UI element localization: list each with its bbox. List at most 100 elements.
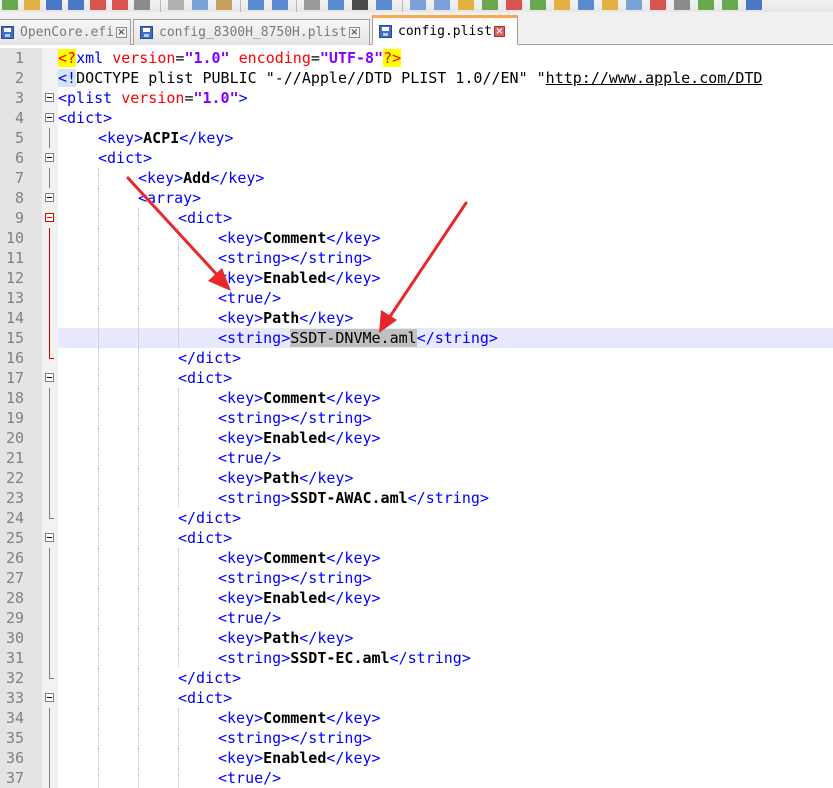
line-number[interactable]: 12 xyxy=(0,268,42,288)
monitoring-icon[interactable] xyxy=(626,0,642,10)
code-line[interactable]: 29 <true/> xyxy=(0,608,833,628)
cut-icon[interactable] xyxy=(168,0,184,10)
line-number[interactable]: 20 xyxy=(0,428,42,448)
word-wrap-icon[interactable] xyxy=(434,0,450,10)
line-number[interactable]: 32 xyxy=(0,668,42,688)
line-number[interactable]: 26 xyxy=(0,548,42,568)
line-number[interactable]: 2 xyxy=(0,68,42,88)
line-number[interactable]: 25 xyxy=(0,528,42,548)
open-file-icon[interactable] xyxy=(24,0,40,10)
line-number[interactable]: 37 xyxy=(0,768,42,788)
line-number[interactable]: 18 xyxy=(0,388,42,408)
tab-config-plist[interactable]: config.plist × xyxy=(372,15,518,45)
code-line[interactable]: 8 <array> xyxy=(0,188,833,208)
code-editor[interactable]: 1 <?xml version="1.0" encoding="UTF-8"?> 2… xyxy=(0,45,833,788)
code-line[interactable]: 6 <dict> xyxy=(0,148,833,168)
code-line[interactable]: 18 <key>Comment</key> xyxy=(0,388,833,408)
tab-config-8300h-8750h-plist[interactable]: config_8300H_8750H.plist × xyxy=(133,19,370,45)
fold-toggle-icon[interactable] xyxy=(45,93,54,102)
code-line[interactable]: 17 <dict> xyxy=(0,368,833,388)
document-map-icon[interactable] xyxy=(578,0,594,10)
line-number[interactable]: 15 xyxy=(0,328,42,348)
close-tab-icon[interactable]: × xyxy=(493,25,505,37)
code-line[interactable]: 31 <string>SSDT-EC.aml</string> xyxy=(0,648,833,668)
line-number[interactable]: 16 xyxy=(0,348,42,368)
close-all-icon[interactable] xyxy=(112,0,128,10)
line-number[interactable]: 5 xyxy=(0,128,42,148)
code-line[interactable]: 36 <key>Enabled</key> xyxy=(0,748,833,768)
fold-toggle-icon[interactable] xyxy=(45,533,54,542)
code-line[interactable]: 28 <key>Enabled</key> xyxy=(0,588,833,608)
code-line[interactable]: 15 <string>SSDT-DNVMe.aml</string> xyxy=(0,328,833,348)
line-number[interactable]: 31 xyxy=(0,648,42,668)
line-number[interactable]: 35 xyxy=(0,728,42,748)
code-line[interactable]: 14 <key>Path</key> xyxy=(0,308,833,328)
code-line[interactable]: 34 <key>Comment</key> xyxy=(0,708,833,728)
code-line[interactable]: 25 <dict> xyxy=(0,528,833,548)
fold-toggle-icon[interactable] xyxy=(45,693,54,702)
code-line[interactable]: 9 <dict> xyxy=(0,208,833,228)
save-macro-icon[interactable] xyxy=(746,0,762,10)
close-tab-icon[interactable]: × xyxy=(348,27,360,38)
code-line[interactable]: 12 <key>Enabled</key> xyxy=(0,268,833,288)
line-number[interactable]: 11 xyxy=(0,248,42,268)
code-line[interactable]: 33 <dict> xyxy=(0,688,833,708)
code-line[interactable]: 22 <key>Path</key> xyxy=(0,468,833,488)
line-number[interactable]: 13 xyxy=(0,288,42,308)
line-number[interactable]: 7 xyxy=(0,168,42,188)
code-line[interactable]: 10 <key>Comment</key> xyxy=(0,228,833,248)
line-number[interactable]: 3 xyxy=(0,88,42,108)
code-line[interactable]: 21 <true/> xyxy=(0,448,833,468)
code-line[interactable]: 23 <string>SSDT-AWAC.aml</string> xyxy=(0,488,833,508)
code-line[interactable]: 2 <!DOCTYPE plist PUBLIC "-//Apple//DTD P… xyxy=(0,68,833,88)
fold-toggle-icon[interactable] xyxy=(45,193,54,202)
code-line[interactable]: 35 <string></string> xyxy=(0,728,833,748)
indent-guide-icon[interactable] xyxy=(458,0,474,10)
code-line[interactable]: 20 <key>Enabled</key> xyxy=(0,428,833,448)
fold-toggle-icon[interactable] xyxy=(45,373,54,382)
code-line[interactable]: 4 <dict> xyxy=(0,108,833,128)
line-number[interactable]: 14 xyxy=(0,308,42,328)
save-icon[interactable] xyxy=(46,0,62,10)
replace-icon[interactable] xyxy=(328,0,344,10)
show-all-chars-icon[interactable] xyxy=(482,0,498,10)
code-line[interactable]: 32 </dict> xyxy=(0,668,833,688)
copy-icon[interactable] xyxy=(192,0,208,10)
run-multiple-icon[interactable] xyxy=(722,0,738,10)
paste-icon[interactable] xyxy=(216,0,232,10)
line-number[interactable]: 24 xyxy=(0,508,42,528)
code-line[interactable]: 16 </dict> xyxy=(0,348,833,368)
line-number[interactable]: 36 xyxy=(0,748,42,768)
function-list-icon[interactable] xyxy=(554,0,570,10)
line-number[interactable]: 10 xyxy=(0,228,42,248)
close-tab-icon[interactable]: × xyxy=(115,27,127,38)
zoom-in-icon[interactable] xyxy=(352,0,368,10)
code-line[interactable]: 37 <true/> xyxy=(0,768,833,788)
code-line[interactable]: 30 <key>Path</key> xyxy=(0,628,833,648)
save-all-icon[interactable] xyxy=(68,0,84,10)
line-number[interactable]: 22 xyxy=(0,468,42,488)
line-number[interactable]: 9 xyxy=(0,208,42,228)
code-line[interactable]: 3 <plist version="1.0"> xyxy=(0,88,833,108)
line-number[interactable]: 8 xyxy=(0,188,42,208)
line-number[interactable]: 27 xyxy=(0,568,42,588)
code-line[interactable]: 1 <?xml version="1.0" encoding="UTF-8"?> xyxy=(0,48,833,68)
zoom-out-icon[interactable] xyxy=(376,0,392,10)
code-line[interactable]: 13 <true/> xyxy=(0,288,833,308)
line-number[interactable]: 4 xyxy=(0,108,42,128)
macro-record-icon[interactable] xyxy=(506,0,522,10)
code-line[interactable]: 19 <string></string> xyxy=(0,408,833,428)
line-number[interactable]: 23 xyxy=(0,488,42,508)
line-number[interactable]: 6 xyxy=(0,148,42,168)
redo-icon[interactable] xyxy=(272,0,288,10)
print-icon[interactable] xyxy=(134,0,150,10)
find-icon[interactable] xyxy=(304,0,320,10)
code-line[interactable]: 5 <key>ACPI</key> xyxy=(0,128,833,148)
stop-icon[interactable] xyxy=(674,0,690,10)
line-number[interactable]: 1 xyxy=(0,48,42,68)
fold-toggle-icon[interactable] xyxy=(45,153,54,162)
macro-play-icon[interactable] xyxy=(530,0,546,10)
folder-workspace-icon[interactable] xyxy=(602,0,618,10)
line-number[interactable]: 21 xyxy=(0,448,42,468)
code-line[interactable]: 26 <key>Comment</key> xyxy=(0,548,833,568)
